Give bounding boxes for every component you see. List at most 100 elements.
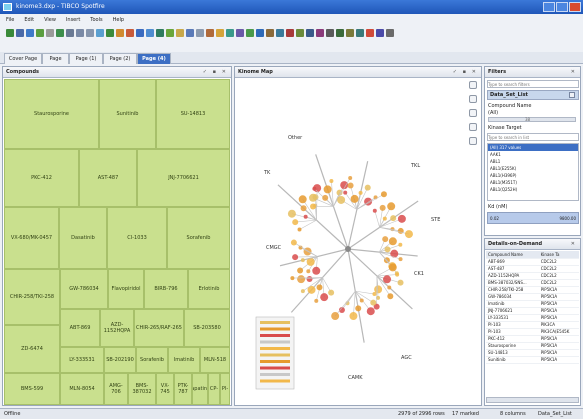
kinase-item[interactable]: ABL1 (488, 158, 578, 165)
kinase-dot[interactable] (309, 193, 318, 202)
kinome-tree[interactable]: TK TKL STE CK1 AGC CAMK CMGC Other (236, 79, 468, 405)
kinase-dot[interactable] (306, 269, 311, 274)
treemap-tile[interactable]: MLN-8054 (60, 373, 104, 405)
kinase-item[interactable]: ABL1(H396P) (488, 172, 578, 179)
treemap-tile[interactable]: VX-745 (156, 373, 174, 405)
kinase-dot[interactable] (343, 190, 348, 195)
menu-view[interactable]: View (44, 15, 56, 25)
kinase-dot[interactable] (347, 182, 354, 189)
treemap-tile[interactable]: CP- (208, 373, 220, 405)
kinase-dot[interactable] (300, 289, 305, 294)
box-plot-icon[interactable] (206, 29, 214, 37)
treemap-tile[interactable]: SB-202190 (104, 347, 136, 373)
kinase-item[interactable]: ABL1(Q252H) (488, 186, 578, 193)
treemap-tile[interactable]: Erlotinib (188, 269, 230, 309)
treemap-tile[interactable]: PKC-412 (4, 149, 79, 207)
3d-scatter-icon[interactable] (146, 29, 154, 37)
kinase-dot[interactable] (350, 194, 359, 203)
pan-icon[interactable] (469, 109, 477, 117)
tab-page-2[interactable]: Page (2) (103, 53, 137, 64)
pie-chart-icon[interactable] (126, 29, 134, 37)
parallel-coordinates-icon[interactable] (186, 29, 194, 37)
column-header[interactable]: Compound Name (486, 251, 539, 259)
kinase-dot[interactable] (323, 185, 332, 194)
kinase-dot[interactable] (303, 214, 308, 219)
panel-controls[interactable]: ✓ ▪ ✕ (453, 67, 478, 78)
kinase-dot[interactable] (388, 237, 397, 246)
kinase-dot[interactable] (290, 276, 295, 281)
table-row[interactable]: AZD-1152HQPA CDC2L2 (486, 272, 579, 280)
cross-table-icon[interactable] (76, 29, 84, 37)
kd-range-slider[interactable]: 0.02 9800.00 (487, 212, 579, 224)
close-icon[interactable]: ✕ (571, 239, 577, 250)
kinase-dot[interactable] (348, 176, 353, 181)
image-icon[interactable] (226, 29, 234, 37)
compound-name-slider[interactable]: 38 (488, 117, 576, 122)
kinase-dot[interactable] (395, 272, 400, 277)
treemap-tile[interactable]: LY-333531 (60, 347, 104, 373)
bar-chart-icon[interactable] (96, 29, 104, 37)
tag-icon[interactable] (296, 29, 304, 37)
settings-icon[interactable] (346, 29, 354, 37)
print-icon[interactable] (326, 29, 334, 37)
kinase-dot[interactable] (388, 263, 397, 272)
table-row[interactable]: PI-103 PIK3CA (486, 321, 579, 329)
combination-chart-icon[interactable] (116, 29, 124, 37)
kinase-dot[interactable] (390, 215, 397, 222)
maximize-button[interactable] (556, 2, 568, 12)
menu-tools[interactable]: Tools (90, 15, 102, 25)
table-row[interactable]: SU-14813 PIP5K1A (486, 349, 579, 357)
refresh-icon[interactable] (56, 29, 64, 37)
details-icon[interactable] (246, 29, 254, 37)
table-row[interactable]: BMS-387032/SNS... CDC2L2 (486, 279, 579, 287)
kinase-dot[interactable] (297, 227, 302, 232)
scatter-plot-icon[interactable] (136, 29, 144, 37)
zoom-in-icon[interactable] (469, 81, 477, 89)
list-icon[interactable] (306, 29, 314, 37)
kinase-dot[interactable] (320, 293, 329, 302)
kinase-dot[interactable] (331, 312, 340, 321)
treemap-tile[interactable]: Flavopiridol (108, 269, 144, 309)
treemap-tile[interactable]: ZD-6474 (4, 325, 60, 373)
kinase-dot[interactable] (297, 267, 304, 274)
kinase-dot[interactable] (382, 236, 389, 243)
arrow-icon[interactable] (16, 29, 24, 37)
help-icon[interactable] (366, 29, 374, 37)
treemap-tile[interactable]: AMG-706 (104, 373, 128, 405)
kinase-search-input[interactable] (487, 133, 579, 141)
kinase-item[interactable]: (All) 317 values (488, 144, 578, 151)
treemap-tile[interactable]: Lapatinib (192, 373, 208, 405)
table-row[interactable]: ABT-869 CDC2L2 (486, 258, 579, 266)
map-chart-icon[interactable] (156, 29, 164, 37)
fit-icon[interactable] (469, 137, 477, 145)
treemap-tile[interactable]: ABT-869 (60, 309, 100, 347)
kinase-dot[interactable] (370, 299, 377, 306)
table-row[interactable]: JNJ-7706621 PIP5K1A (486, 307, 579, 315)
info-icon[interactable] (376, 29, 384, 37)
kinase-dot[interactable] (374, 285, 383, 294)
kinase-dot[interactable] (379, 204, 386, 211)
kinase-item[interactable]: AAK1 (488, 151, 578, 158)
kinase-dot[interactable] (397, 227, 404, 234)
treemap-tile[interactable]: BIRB-796 (144, 269, 188, 309)
export-icon[interactable] (316, 29, 324, 37)
kinase-dot[interactable] (287, 209, 296, 218)
treemap-tile[interactable]: SU-14813 (156, 79, 230, 149)
kinase-dot[interactable] (349, 312, 358, 321)
treemap-tile[interactable]: Sorafenib (167, 207, 230, 269)
treemap-tile[interactable]: AST-487 (79, 149, 137, 207)
menu-insert[interactable]: Insert (66, 15, 80, 25)
graphical-table-icon[interactable] (86, 29, 94, 37)
table-row[interactable]: Imatinib PIP5K1A (486, 300, 579, 308)
table-row[interactable]: Sunitinib PIP5K1A (486, 356, 579, 364)
kinase-dot[interactable] (292, 219, 299, 226)
table-row[interactable]: PI-103 PIK3CA(E545K (486, 328, 579, 336)
table-row[interactable]: LY-333531 PIP5K1A (486, 314, 579, 322)
menu-help[interactable]: Help (113, 15, 124, 25)
kinase-dot[interactable] (397, 279, 404, 286)
kinase-dot[interactable] (359, 298, 364, 303)
kinase-dot[interactable] (387, 285, 392, 290)
treemap-tile[interactable]: Staurosporine (4, 79, 99, 149)
treemap-tile[interactable]: SB-203580 (184, 309, 230, 347)
minimize-button[interactable] (543, 2, 555, 12)
